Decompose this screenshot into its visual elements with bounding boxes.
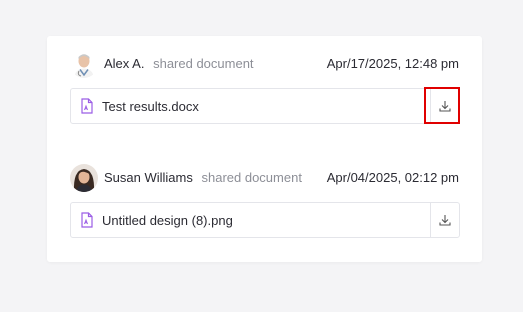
activity-timestamp: Apr/04/2025, 02:12 pm	[326, 170, 459, 185]
shared-documents-card: Alex A. shared document Apr/17/2025, 12:…	[47, 36, 482, 262]
file-name[interactable]: Test results.docx	[102, 99, 199, 114]
user-avatar	[70, 50, 98, 78]
activity-description: Alex A. shared document	[104, 56, 254, 71]
activity-description: Susan Williams shared document	[104, 170, 302, 185]
user-name: Alex A.	[104, 56, 145, 71]
download-button[interactable]	[430, 89, 459, 123]
file-name[interactable]: Untitled design (8).png	[102, 213, 233, 228]
activity-entry-header: Susan Williams shared document Apr/04/20…	[47, 162, 482, 194]
shared-file-row[interactable]: Untitled design (8).png	[70, 202, 460, 238]
activity-timestamp: Apr/17/2025, 12:48 pm	[326, 56, 459, 71]
activity-action: shared document	[153, 56, 254, 71]
download-button[interactable]	[430, 203, 459, 237]
activity-action: shared document	[201, 170, 302, 185]
file-icon	[81, 212, 93, 228]
download-icon	[439, 101, 451, 112]
shared-file-row[interactable]: Test results.docx	[70, 88, 460, 124]
file-icon	[81, 98, 93, 114]
activity-entry-header: Alex A. shared document Apr/17/2025, 12:…	[47, 48, 482, 80]
user-name: Susan Williams	[104, 170, 193, 185]
download-icon	[439, 215, 451, 226]
user-avatar	[70, 164, 98, 192]
